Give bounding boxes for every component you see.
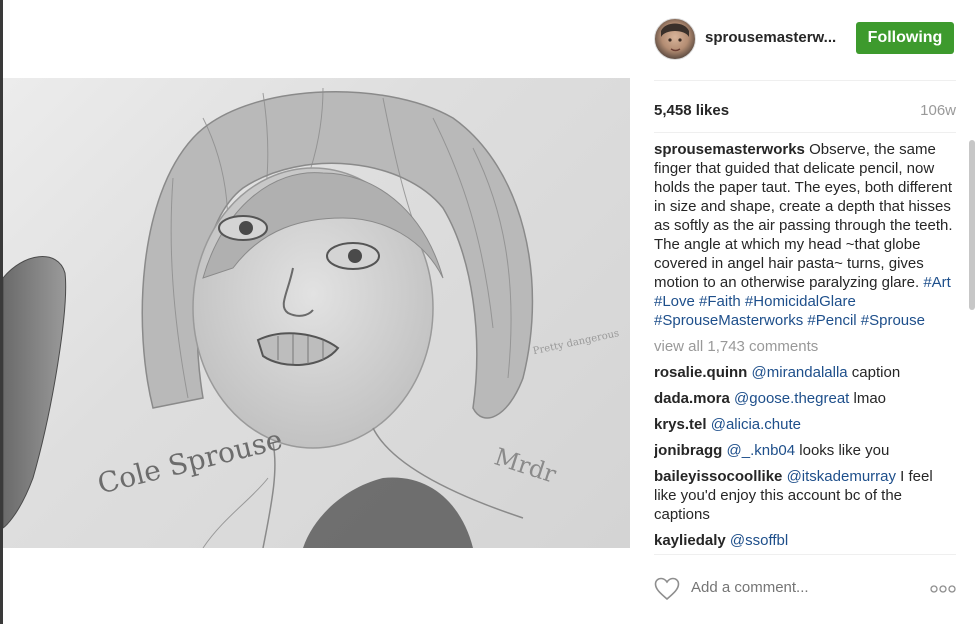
view-all-comments-link[interactable]: view all 1,743 comments — [654, 337, 956, 356]
photo-signature: Cole Sprouse — [94, 423, 285, 501]
post-caption: sprousemasterworks Observe, the same fin… — [654, 140, 956, 330]
comment-item: jonibragg @_.knb04 looks like you — [654, 441, 956, 460]
comment-text: caption — [847, 364, 901, 381]
comment-item: krys.tel @alicia.chute — [654, 415, 956, 434]
comment-username[interactable]: rosalie.quinn — [654, 364, 747, 381]
pencil-sketch-image: Cole Sprouse Mrdr Pretty dangerous — [3, 87, 620, 548]
comment-username[interactable]: dada.mora — [654, 390, 730, 407]
hashtag-link[interactable]: #Sprouse — [861, 312, 925, 329]
caption-username[interactable]: sprousemasterworks — [654, 141, 805, 158]
comment-mention[interactable]: @ssoffbl — [730, 532, 788, 549]
comments-list: sprousemasterworks Observe, the same fin… — [654, 140, 956, 554]
heart-outline-icon[interactable] — [654, 577, 680, 601]
comment-text: lmao — [849, 390, 887, 407]
comment-username[interactable]: jonibragg — [654, 442, 722, 459]
likes-count[interactable]: 5,458 likes — [654, 102, 729, 119]
hashtag-link[interactable]: #SprouseMasterworks — [654, 312, 803, 329]
comment-text: looks like you — [795, 442, 890, 459]
post-sidebar: sprousemasterw... Following 5,458 likes … — [630, 0, 980, 624]
hashtag-link[interactable]: #Pencil — [807, 312, 856, 329]
comment-username[interactable]: krys.tel — [654, 416, 707, 433]
comment-mention[interactable]: @itskademurray — [787, 468, 896, 485]
comment-mention[interactable]: @goose.thegreat — [734, 390, 849, 407]
photo-scribble-right: Mrdr — [491, 443, 560, 489]
avatar[interactable] — [654, 18, 696, 60]
hashtag-link[interactable]: #HomicidalGlare — [745, 293, 856, 310]
divider — [654, 554, 956, 555]
comment-mention[interactable]: @mirandalalla — [752, 364, 848, 381]
comment-item: dada.mora @goose.thegreat lmao — [654, 389, 956, 408]
comment-username[interactable]: baileyissocoollike — [654, 468, 782, 485]
add-comment-input[interactable] — [691, 579, 891, 596]
post-username[interactable]: sprousemasterw... — [705, 29, 836, 46]
comment-item: baileyissocoollike @itskademurray I feel… — [654, 467, 956, 524]
divider — [654, 80, 956, 81]
hashtag-link[interactable]: #Love — [654, 293, 695, 310]
comment-item: kayliedaly @ssoffbl — [654, 531, 956, 550]
more-options-icon[interactable] — [930, 582, 956, 596]
comment-footer — [654, 572, 956, 608]
avatar-image — [661, 23, 689, 52]
photo-scribble-note: Pretty dangerous — [532, 328, 620, 357]
hashtag-link[interactable]: #Faith — [699, 293, 741, 310]
following-button[interactable]: Following — [856, 22, 954, 54]
post-header: sprousemasterw... Following — [654, 18, 956, 62]
comment-mention[interactable]: @alicia.chute — [711, 416, 801, 433]
caption-text: Observe, the same finger that guided tha… — [654, 141, 953, 291]
divider — [654, 132, 956, 133]
post-photo[interactable]: Cole Sprouse Mrdr Pretty dangerous — [3, 78, 630, 548]
comment-mention[interactable]: @_.knb04 — [727, 442, 796, 459]
photo-area: Cole Sprouse Mrdr Pretty dangerous — [3, 0, 630, 624]
post-age[interactable]: 106w — [920, 102, 956, 119]
comment-item: rosalie.quinn @mirandalalla caption — [654, 363, 956, 382]
comment-username[interactable]: kayliedaly — [654, 532, 726, 549]
scrollbar-thumb[interactable] — [969, 140, 975, 310]
hashtag-link[interactable]: #Art — [923, 274, 951, 291]
comments-scrollbar[interactable] — [968, 136, 976, 554]
